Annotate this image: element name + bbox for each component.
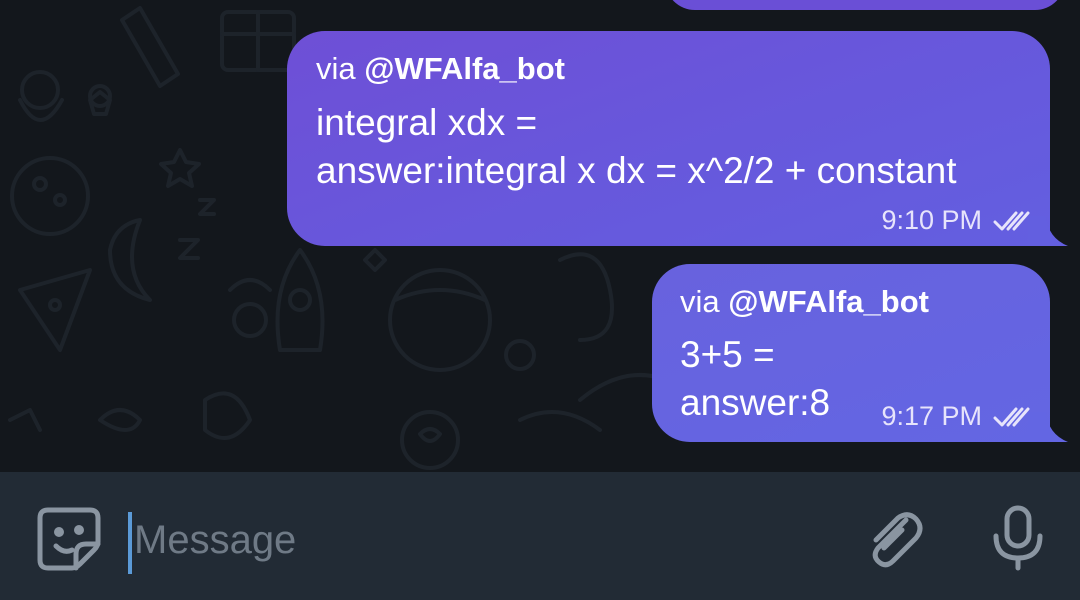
chat-area: via @WFAlfa_bot integral xdx = answer:in… (0, 0, 1080, 472)
message-bubble[interactable]: via @WFAlfa_bot integral xdx = answer:in… (287, 31, 1068, 246)
via-prefix: via (680, 284, 729, 319)
bubble-tail (1028, 412, 1068, 442)
message-meta: 9:10 PM (881, 205, 1036, 236)
message-time: 9:10 PM (881, 205, 982, 235)
message-meta: 9:17 PM (881, 401, 1036, 432)
via-bot-name[interactable]: @WFAlfa_bot (364, 51, 565, 86)
message-text-line: answer:8 (680, 382, 831, 423)
message-text-line: 3+5 = (680, 334, 775, 375)
via-bot-label: via @WFAlfa_bot (316, 51, 565, 87)
microphone-icon[interactable] (990, 504, 1046, 572)
text-caret (128, 512, 132, 574)
via-bot-name[interactable]: @WFAlfa_bot (728, 284, 929, 319)
via-prefix: via (316, 51, 365, 86)
message-text-line: answer:integral x dx = x^2/2 + constant (316, 150, 957, 191)
paperclip-icon[interactable] (862, 506, 926, 570)
message-time: 9:17 PM (881, 401, 982, 431)
previous-message-bubble[interactable] (665, 0, 1065, 10)
sticker-icon[interactable] (36, 506, 102, 572)
message-input[interactable] (134, 508, 834, 572)
message-composer (0, 472, 1080, 600)
via-bot-label: via @WFAlfa_bot (680, 284, 929, 320)
message-text-line: integral xdx = (316, 102, 538, 143)
bubble-tail (1028, 216, 1068, 246)
message-bubble[interactable]: via @WFAlfa_bot 3+5 = answer:8 9:17 PM (652, 264, 1068, 442)
